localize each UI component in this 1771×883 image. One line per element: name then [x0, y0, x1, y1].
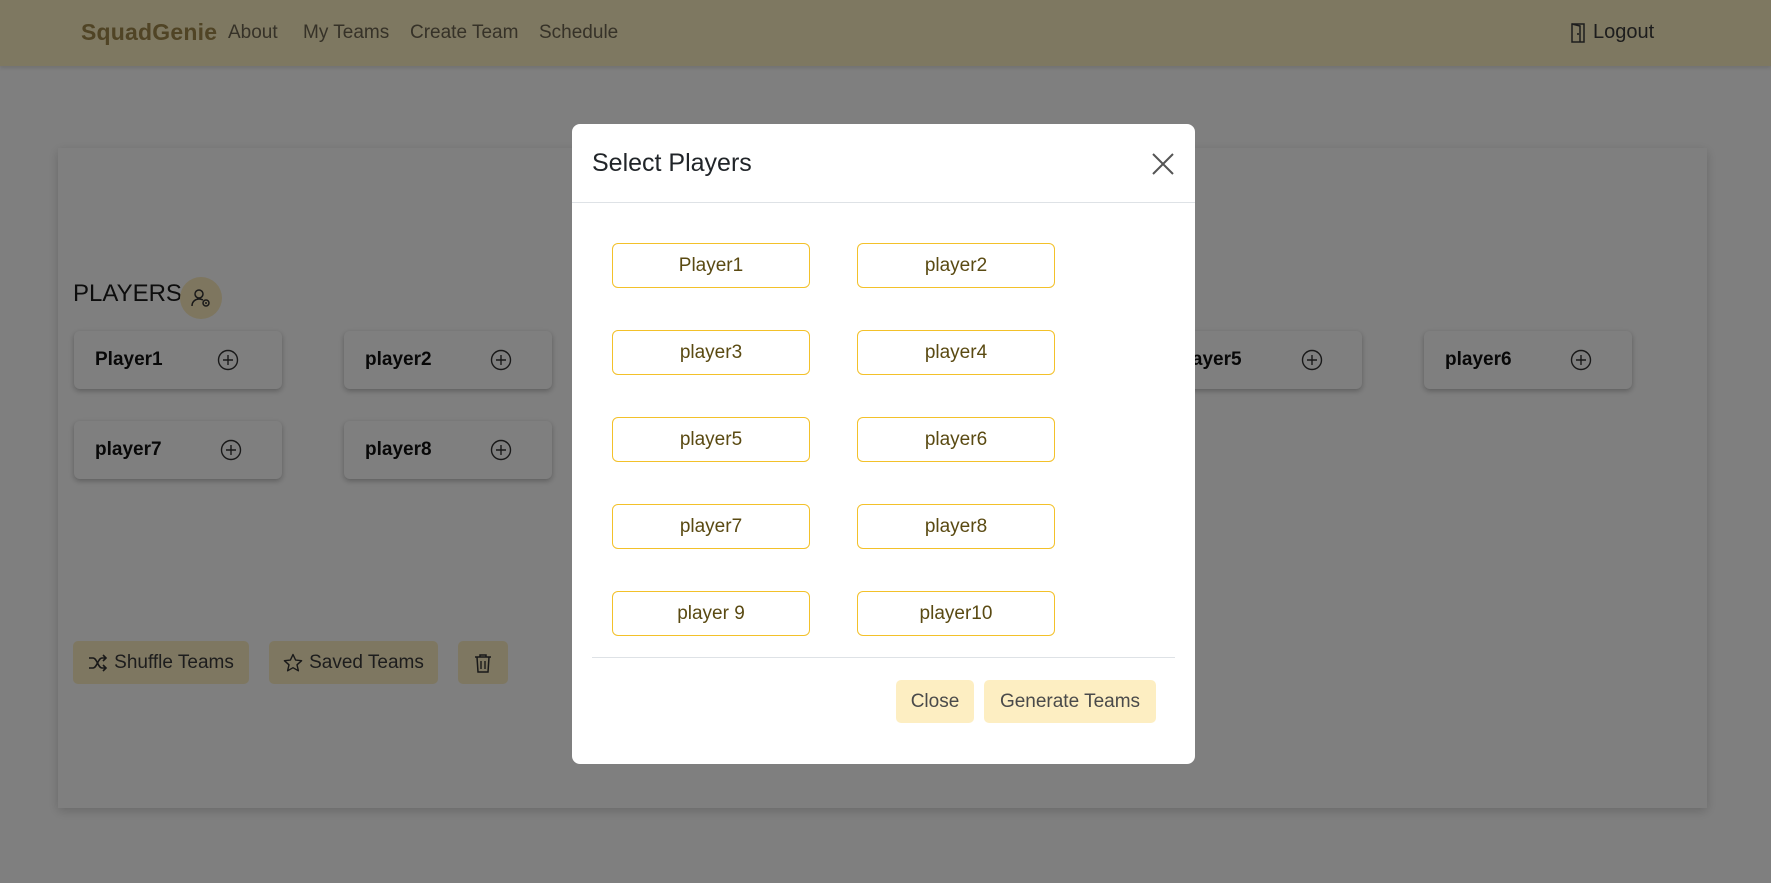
close-button[interactable]: Close [896, 680, 974, 723]
player-option[interactable]: player8 [857, 504, 1055, 549]
player-option[interactable]: player2 [857, 243, 1055, 288]
modal-footer-divider [592, 657, 1175, 658]
player-option[interactable]: player 9 [612, 591, 810, 636]
select-players-modal: Select Players Player1 player2 player3 p… [572, 124, 1195, 764]
player-option[interactable]: player7 [612, 504, 810, 549]
player-option[interactable]: player3 [612, 330, 810, 375]
player-option[interactable]: player6 [857, 417, 1055, 462]
modal-title: Select Players [592, 149, 752, 177]
player-option[interactable]: Player1 [612, 243, 810, 288]
generate-teams-button[interactable]: Generate Teams [984, 680, 1156, 723]
modal-header-divider [572, 202, 1195, 203]
player-option[interactable]: player4 [857, 330, 1055, 375]
player-option[interactable]: player5 [612, 417, 810, 462]
player-option[interactable]: player10 [857, 591, 1055, 636]
close-icon[interactable] [1150, 151, 1176, 177]
